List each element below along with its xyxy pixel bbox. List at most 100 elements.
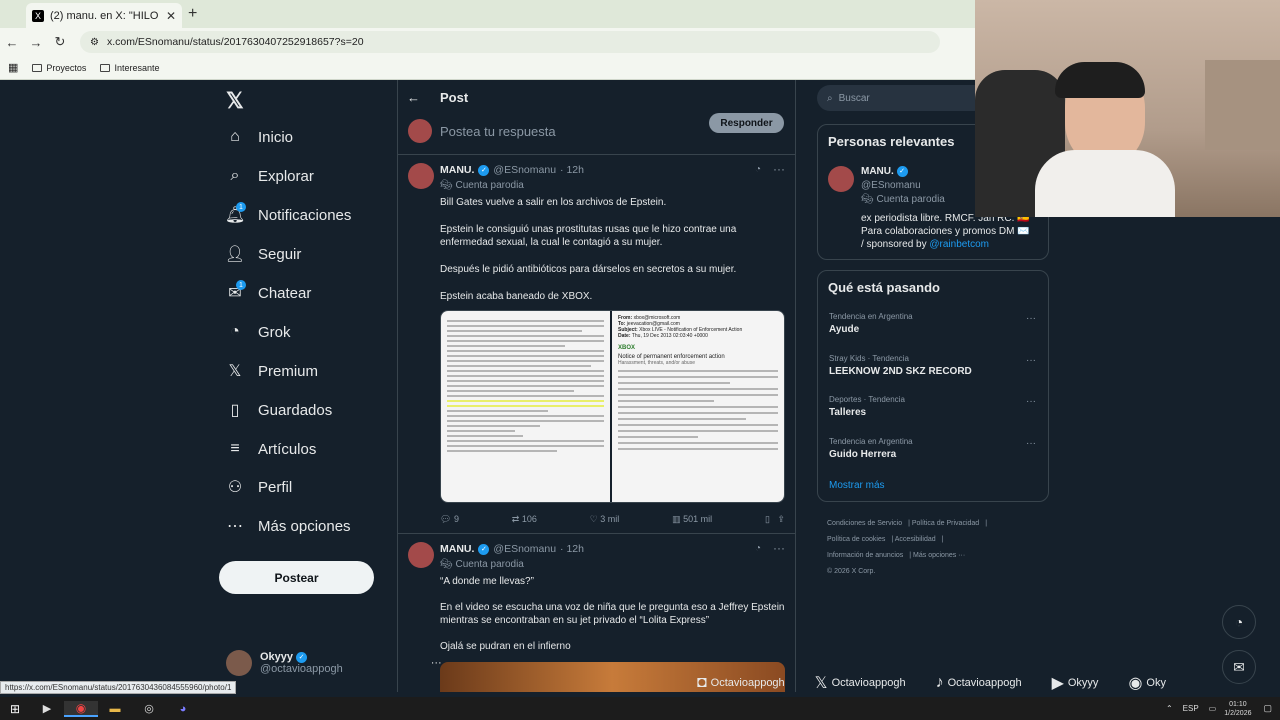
bookmark-action[interactable]: ▯ ⇪ <box>765 514 785 525</box>
bookmark-proyectos[interactable]: Proyectos <box>32 63 86 73</box>
tweet-avatar[interactable] <box>408 542 434 568</box>
author-handle[interactable]: @ESnomanu <box>493 543 556 555</box>
chrome-icon[interactable]: ◉ <box>64 700 98 717</box>
relevant-user[interactable]: MANU. ✓ @ESnomanu 🎭︎ Cuenta parodia <box>861 166 945 205</box>
sidebar-item-inicio[interactable]: ⌂ Inicio <box>226 128 293 146</box>
social-label: Octavioappogh <box>710 677 785 689</box>
footer-link[interactable]: Política de Privacidad <box>912 520 979 527</box>
reply-input[interactable]: Postea tu respuesta <box>440 124 556 139</box>
tweet-time[interactable]: · 12h <box>560 164 584 176</box>
sidebar-item-grok[interactable]: ◔ Grok <box>226 323 290 341</box>
xbox-logo: XBOX <box>618 345 636 351</box>
document-image-right[interactable]: From: xbox@microsoft.com To: jeevacation… <box>612 311 784 502</box>
tweet-paragraph: “A donde me llevas?” <box>440 576 534 587</box>
trend-item[interactable]: Deportes · Tendencia Talleres <box>829 395 905 418</box>
more-icon[interactable]: ··· <box>773 541 785 555</box>
avatar <box>226 650 252 676</box>
folder-icon <box>32 63 43 72</box>
sponsor-link[interactable]: @rainbetcom <box>929 239 989 250</box>
file-explorer-icon[interactable]: ▬ <box>98 703 132 715</box>
profile-icon: ⚇ <box>227 479 243 496</box>
avatar[interactable] <box>828 166 854 192</box>
divider <box>398 154 795 155</box>
search-icon: ⌕ <box>230 167 240 184</box>
tweet-time[interactable]: · 12h <box>560 543 584 555</box>
sidebar-item-perfil[interactable]: ⚇ Perfil <box>226 478 293 497</box>
instagram-icon: ◘ <box>697 674 707 691</box>
tray-chevron-icon[interactable]: ⌃ <box>1166 704 1173 713</box>
more-icon[interactable]: ··· <box>1026 396 1036 407</box>
show-more-link[interactable]: Mostrar más <box>829 480 885 491</box>
reload-icon[interactable]: ↻ <box>48 34 72 50</box>
grok-icon[interactable]: ◔ <box>755 543 761 554</box>
notifications-icon[interactable]: ▢ <box>1263 703 1272 714</box>
tweet-media[interactable]: From: xbox@microsoft.com To: jeevacation… <box>440 310 785 503</box>
sidebar-item-guardados[interactable]: ▯ Guardados <box>226 401 333 420</box>
media-player-icon[interactable]: ▶ <box>30 702 64 715</box>
grok-icon[interactable]: ◔ <box>755 164 761 175</box>
author-name[interactable]: MANU. <box>440 543 474 555</box>
sidebar-item-explorar[interactable]: ⌕ Explorar <box>226 167 314 185</box>
apps-icon[interactable]: ▦ <box>8 61 18 74</box>
like-action[interactable]: ♡ 3 mil <box>590 514 620 525</box>
more-icon[interactable]: ··· <box>1026 313 1036 324</box>
url-field[interactable]: ⚙ x.com/ESnomanu/status/2017630407252918… <box>80 31 940 53</box>
site-info-icon[interactable]: ⚙ <box>90 37 99 48</box>
footer-link[interactable]: Política de cookies <box>827 536 885 543</box>
verified-icon: ✓ <box>478 164 490 176</box>
tweet-paragraph: Después le pidió antibióticos para dárse… <box>440 264 737 275</box>
back-arrow-icon[interactable]: ← <box>407 90 420 105</box>
sidebar-item-label: Perfil <box>258 478 293 496</box>
sidebar-item-chatear[interactable]: ✉ 1 Chatear <box>226 280 311 302</box>
close-tab-icon[interactable]: ✕ <box>166 9 176 23</box>
footer-link[interactable]: Accesibilidad <box>895 536 936 543</box>
youtube-icon: ▶ <box>1051 675 1064 692</box>
trend-item[interactable]: Tendencia en Argentina Guido Herrera <box>829 437 913 460</box>
post-button[interactable]: Postear <box>219 561 374 594</box>
x-logo-icon[interactable]: 𝕏 <box>226 88 244 114</box>
new-tab-button[interactable]: + <box>188 5 197 23</box>
language-indicator[interactable]: ESP <box>1183 704 1199 713</box>
clock[interactable]: 01:10 1/2/2026 <box>1224 700 1251 718</box>
author-name[interactable]: MANU. <box>440 164 474 176</box>
discord-icon[interactable]: ◕ <box>166 703 200 715</box>
reply-button[interactable]: Responder <box>709 113 784 133</box>
sidebar-item-premium[interactable]: 𝕏 Premium <box>226 362 318 381</box>
sidebar-item-artículos[interactable]: ≡ Artículos <box>226 440 316 458</box>
footer-link[interactable]: Más opciones ··· <box>913 552 965 559</box>
footer-link[interactable]: Información de anuncios <box>827 552 903 559</box>
tab-title: (2) manu. en X: "HILO con todas <box>50 9 160 22</box>
footer-link[interactable]: Condiciones de Servicio <box>827 520 902 527</box>
search-input[interactable]: ⌕ Buscar <box>817 85 987 111</box>
bookmark-interesante[interactable]: Interesante <box>100 63 159 73</box>
bell-icon: 🔔︎ 1 <box>224 202 246 224</box>
back-icon[interactable]: ← <box>0 35 24 50</box>
tweet-avatar[interactable] <box>408 163 434 189</box>
reply-action[interactable]: 💬︎ 9 <box>440 514 459 525</box>
bookmarks-bar: ▦ Proyectos Interesante <box>0 56 975 80</box>
obs-icon[interactable]: ◎ <box>132 702 166 715</box>
sidebar-item-seguir[interactable]: 👤︎ Seguir <box>225 245 302 264</box>
repost-action[interactable]: ⇄ 106 <box>512 514 537 525</box>
document-image-left[interactable] <box>441 311 612 502</box>
views-action[interactable]: ▥ 501 mil <box>672 514 712 525</box>
mask-icon: 🎭︎ <box>440 180 453 191</box>
sidebar-item-notificaciones[interactable]: 🔔︎ 1 Notificaciones <box>224 202 351 224</box>
network-icon[interactable]: ▭ <box>1209 704 1217 713</box>
trend-item[interactable]: Stray Kids · Tendencia LEEKNOW 2ND SKZ RE… <box>829 354 972 377</box>
grok-fab-icon[interactable]: ◔ <box>1222 605 1256 639</box>
browser-tab[interactable]: X (2) manu. en X: "HILO con todas ✕ <box>26 3 182 28</box>
author-handle[interactable]: @ESnomanu <box>493 164 556 176</box>
more-icon[interactable]: ··· <box>1026 438 1036 449</box>
social-label: Octavioappogh <box>831 677 906 689</box>
sidebar-item-más-opciones[interactable]: ⋯ Más opciones <box>226 517 351 536</box>
sidebar-item-label: Más opciones <box>258 517 351 535</box>
windows-start-icon[interactable]: ⊞ <box>0 702 30 716</box>
more-icon[interactable]: ··· <box>773 162 785 176</box>
trend-item[interactable]: Tendencia en Argentina Ayude <box>829 312 913 335</box>
x-favicon-icon: X <box>32 9 44 22</box>
url-text: x.com/ESnomanu/status/201763040725291865… <box>106 36 364 48</box>
forward-icon[interactable]: → <box>24 35 48 50</box>
social-handle: 𝕏 Octavioappogh <box>815 673 906 693</box>
more-icon[interactable]: ··· <box>1026 355 1036 366</box>
